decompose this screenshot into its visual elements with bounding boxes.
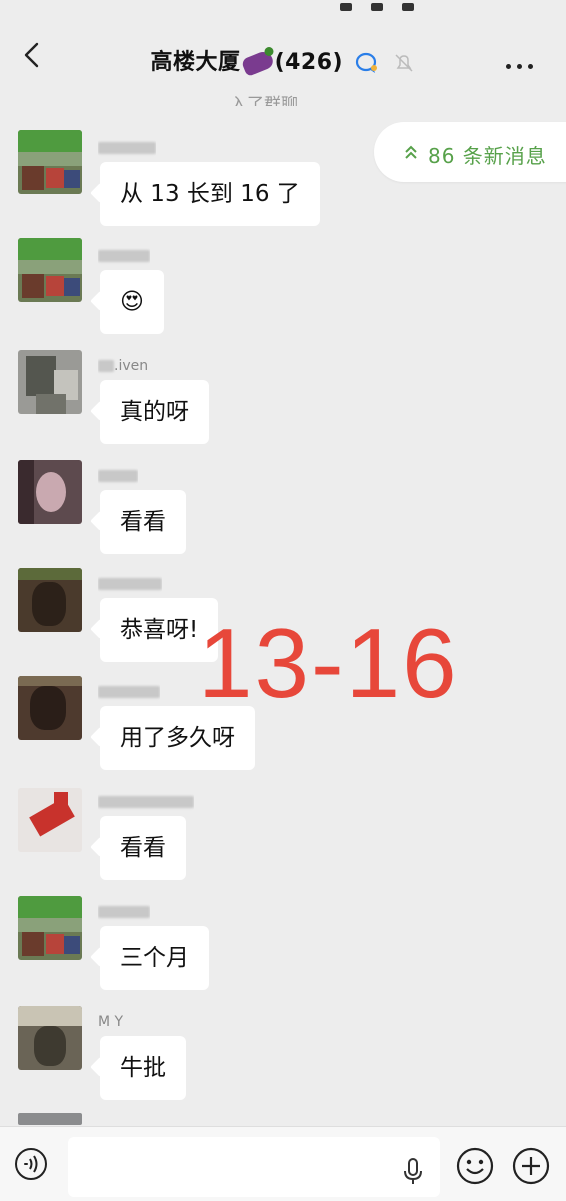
emoji-icon[interactable] xyxy=(456,1147,494,1185)
bell-off-icon xyxy=(395,54,413,72)
member-count: (426) xyxy=(274,50,344,75)
eggplant-emoji-icon xyxy=(240,49,275,77)
avatar[interactable] xyxy=(18,460,82,524)
double-chevron-up-icon xyxy=(405,145,417,159)
wifi-icon xyxy=(371,3,384,11)
message-bubble[interactable]: 看看 xyxy=(100,816,186,880)
status-icons xyxy=(326,0,526,11)
message-bubble[interactable]: 真的呀 xyxy=(100,380,209,444)
sender-name xyxy=(98,684,160,702)
message-input[interactable] xyxy=(68,1137,440,1197)
sender-name: M Y xyxy=(98,1014,124,1030)
message-bubble[interactable]: 三个月 xyxy=(100,926,209,990)
plus-icon[interactable] xyxy=(512,1147,550,1185)
message-bubble[interactable]: 😍 xyxy=(100,270,164,334)
chat-header: 高楼大厦 (426) xyxy=(0,14,566,94)
avatar[interactable] xyxy=(18,130,82,194)
page-title: 高楼大厦 (426) xyxy=(0,44,566,77)
avatar[interactable] xyxy=(18,1113,82,1125)
chat-bubble-icon xyxy=(356,52,378,73)
sender-name xyxy=(98,248,150,266)
message-bubble[interactable]: 看看 xyxy=(100,490,186,554)
sender-name xyxy=(98,140,156,158)
status-bar xyxy=(0,0,566,14)
join-hint: 入了群聊 xyxy=(230,95,298,106)
microphone-icon[interactable] xyxy=(402,1157,424,1187)
group-name: 高楼大厦 xyxy=(150,50,241,75)
avatar[interactable] xyxy=(18,788,82,852)
overlay-text: 13-16 xyxy=(198,608,459,718)
avatar[interactable] xyxy=(18,676,82,740)
input-bar xyxy=(0,1126,566,1201)
sender-name: .iven xyxy=(98,358,148,376)
more-dots-icon[interactable] xyxy=(506,54,540,69)
avatar[interactable] xyxy=(18,350,82,414)
signal-icon xyxy=(340,3,352,11)
avatar[interactable] xyxy=(18,896,82,960)
voice-icon[interactable] xyxy=(14,1147,48,1181)
new-messages-label: 86 条新消息 xyxy=(428,144,547,168)
avatar[interactable] xyxy=(18,568,82,632)
avatar[interactable] xyxy=(18,1006,82,1070)
message-bubble[interactable]: 牛批 xyxy=(100,1036,186,1100)
sender-name xyxy=(98,468,138,486)
sender-name xyxy=(98,794,194,812)
message-bubble[interactable]: 从 13 长到 16 了 xyxy=(100,162,320,226)
battery-icon xyxy=(402,3,415,11)
new-messages-button[interactable]: 86 条新消息 xyxy=(374,122,566,182)
sender-name xyxy=(98,904,150,922)
sender-name xyxy=(98,576,162,594)
avatar[interactable] xyxy=(18,238,82,302)
